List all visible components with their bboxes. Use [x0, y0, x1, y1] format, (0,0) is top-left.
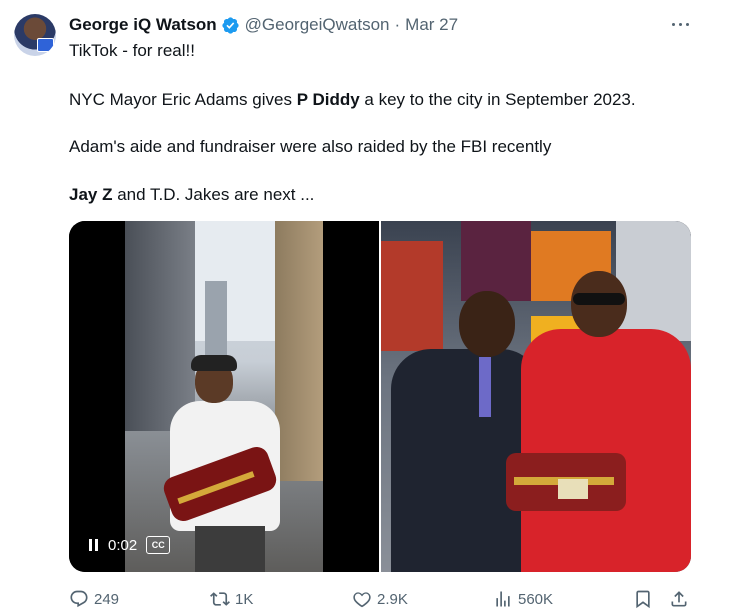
- reply-count: 249: [94, 590, 120, 608]
- like-count: 2.9K: [377, 590, 408, 608]
- mention-jay-z: Jay Z: [69, 185, 113, 204]
- more-icon[interactable]: [666, 12, 694, 36]
- line2-prefix: NYC Mayor Eric Adams gives: [69, 90, 297, 109]
- video-player[interactable]: 0:02 CC: [69, 221, 379, 572]
- tweet-text-line-3: Adam's aide and fundraiser were also rai…: [69, 137, 552, 156]
- separator-dot: ·: [394, 15, 401, 34]
- mention-p-diddy: P Diddy: [296, 90, 360, 109]
- bookmark-icon: [636, 590, 650, 609]
- photo-person-left: [391, 291, 541, 572]
- user-handle[interactable]: @GeorgeiQwatson: [245, 15, 390, 35]
- photo[interactable]: [381, 221, 691, 572]
- tweet-text-line-2: NYC Mayor Eric Adams gives P Diddy a key…: [69, 89, 636, 111]
- photo-person-right: [521, 271, 691, 572]
- pause-icon[interactable]: [89, 539, 98, 551]
- video-frame: [125, 221, 323, 572]
- line2-suffix: a key to the city in September 2023.: [359, 90, 636, 109]
- key-to-city-plaque: [506, 453, 626, 511]
- video-person: [160, 355, 285, 572]
- tweet-text-line-4: Jay Z and T.D. Jakes are next ...: [69, 184, 314, 206]
- line4-suffix: and T.D. Jakes are next ...: [112, 185, 315, 204]
- tweet-header: George iQ Watson @GeorgeiQwatson · Mar 2…: [69, 14, 458, 36]
- avatar-badge: [37, 38, 54, 52]
- tweet-text-line-1: TikTok - for real!!: [69, 41, 195, 60]
- like-icon: [353, 592, 371, 608]
- share-icon: [671, 591, 687, 607]
- repost-icon: [210, 592, 230, 606]
- video-controls: 0:02 CC: [89, 532, 171, 558]
- reply-icon: [70, 590, 88, 608]
- verified-badge-icon[interactable]: [221, 16, 240, 35]
- tweet-date[interactable]: Mar 27: [405, 15, 458, 35]
- video-time: 0:02: [108, 536, 138, 554]
- closed-captions-icon[interactable]: CC: [146, 536, 171, 554]
- media-container: 0:02 CC: [69, 221, 691, 572]
- repost-count: 1K: [235, 590, 254, 608]
- views-count: 560K: [518, 590, 554, 608]
- display-name[interactable]: George iQ Watson: [69, 15, 217, 35]
- views-icon: [496, 591, 510, 607]
- avatar[interactable]: [14, 14, 56, 56]
